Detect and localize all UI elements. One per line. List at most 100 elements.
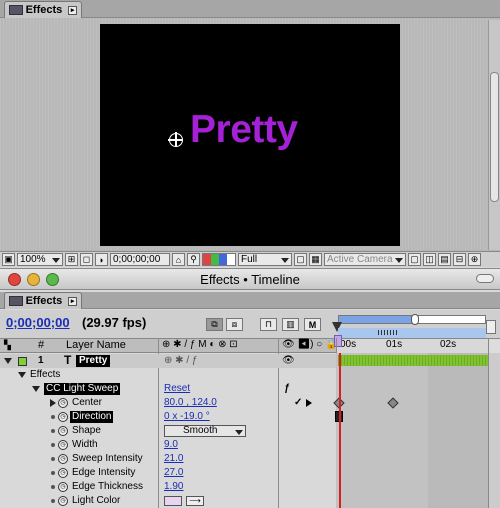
layer-name[interactable]: Pretty (76, 355, 111, 367)
light-color-stopwatch-icon[interactable]: ◷ (58, 496, 68, 506)
scroll-thumb[interactable] (490, 72, 499, 202)
zoom-in-icon[interactable] (486, 320, 496, 334)
property-value[interactable]: 1.90 (164, 480, 183, 494)
mask-view-icon[interactable]: ◻ (80, 253, 93, 266)
shape-dropdown[interactable]: Smooth (164, 425, 246, 437)
draft-3d-icon[interactable]: ⧈ (226, 318, 243, 331)
property-row-width[interactable]: ◷ Width 9.0 (0, 438, 336, 452)
edge-intensity-stopwatch-icon[interactable]: ◷ (58, 468, 68, 478)
column-layer-name-header[interactable]: Layer Name (66, 339, 126, 351)
effect-twirl-icon[interactable] (32, 386, 40, 392)
blue-channel-icon (219, 254, 227, 265)
work-area-grip-icon[interactable] (378, 330, 398, 335)
flowchart-icon[interactable]: ▤ (438, 253, 451, 266)
effects-twirl-icon[interactable] (18, 372, 26, 378)
timeline-window-titlebar[interactable]: Effects • Timeline (0, 268, 500, 290)
resolution-dropdown[interactable]: Full (238, 253, 292, 266)
layer-expand-twirl-icon[interactable] (4, 358, 12, 364)
toolbar-toggle-icon[interactable] (476, 274, 494, 283)
av-features-header-icons[interactable]: 👁 ◀) ○ 🔒 (282, 339, 338, 350)
light-color-swatch[interactable] (164, 496, 182, 506)
timeline-tab-menu-icon[interactable]: ▸ (68, 296, 77, 306)
width-stopwatch-icon[interactable]: ◷ (58, 440, 68, 450)
timeline-tab-label: Effects (25, 295, 63, 307)
minimize-window-icon[interactable] (27, 273, 40, 286)
effect-toggle-icon[interactable]: ƒ (284, 382, 290, 396)
time-ruler[interactable]: 00s 01s 02s (334, 335, 488, 353)
frame-blending-icon[interactable]: ▥ (282, 318, 299, 331)
comp-tab-bar: Effects ▸ (0, 0, 500, 18)
property-value[interactable]: 9.0 (164, 438, 178, 452)
current-time-display[interactable]: 0;00;00;00 (6, 315, 70, 330)
title-safe-icon[interactable]: ⊞ (65, 253, 78, 266)
comp-timecode[interactable]: 0;00;00;00 (110, 253, 170, 266)
property-row-shape[interactable]: ◷ Shape Smooth (0, 424, 336, 438)
property-row-sweep-intensity[interactable]: ◷ Sweep Intensity 21.0 (0, 452, 336, 466)
eyedropper-icon[interactable]: ⟶ (186, 496, 204, 506)
next-keyframe-icon[interactable] (306, 399, 312, 407)
effect-name[interactable]: CC Light Sweep (44, 383, 121, 395)
toggle-pixel-aspect-icon[interactable]: ◫ (423, 253, 436, 266)
layer-duration-bar[interactable] (338, 355, 488, 366)
tab-menu-icon[interactable]: ▸ (68, 5, 77, 15)
show-channel-icon[interactable]: ▣ (2, 253, 15, 266)
navigator-end-handle[interactable] (411, 314, 419, 325)
property-row-edge-thickness[interactable]: ◷ Edge Thickness 1.90 (0, 480, 336, 494)
center-stopwatch-icon[interactable]: ◷ (58, 398, 68, 408)
effects-group-row[interactable]: Effects (0, 368, 336, 382)
property-row-center[interactable]: ◷ Center 80.0 , 124.0 ✓ (0, 396, 336, 410)
channel-colors[interactable] (202, 253, 236, 266)
property-row-direction[interactable]: ◷ Direction 0 x -19.0 ° (0, 410, 336, 424)
video-visibility-icon[interactable]: 👁 (282, 354, 295, 368)
effect-reset-link[interactable]: Reset (164, 382, 190, 396)
work-area-bar[interactable] (338, 328, 486, 338)
column-number-header[interactable]: # (38, 339, 44, 351)
anchor-crosshair-icon[interactable] (168, 132, 183, 147)
layer-row-1[interactable]: 1 T Pretty ⊕ ✱ / ƒ 👁 (0, 354, 336, 368)
layer-label-column-icon[interactable]: ▚ (4, 340, 16, 352)
take-snapshot-icon[interactable]: ⌂ (172, 253, 185, 266)
property-value[interactable]: 80.0 , 124.0 (164, 396, 217, 410)
tab-effects-timeline[interactable]: Effects ▸ (4, 292, 82, 309)
keyframe-checkbox-icon[interactable]: ✓ (294, 396, 302, 410)
property-value[interactable]: 27.0 (164, 466, 183, 480)
time-navigator[interactable] (338, 314, 486, 325)
zoom-window-icon[interactable] (46, 273, 59, 286)
view-layout-icon[interactable]: ▢ (408, 253, 421, 266)
property-value[interactable]: 21.0 (164, 452, 183, 466)
direction-stopwatch-icon[interactable]: ◷ (58, 412, 68, 422)
timeline-menu-icon[interactable] (488, 339, 500, 353)
property-name: Width (72, 439, 98, 450)
camera-dropdown[interactable]: Active Camera (324, 253, 406, 266)
effect-row[interactable]: CC Light Sweep Reset ƒ (0, 382, 336, 396)
timeline-icon[interactable]: ⊟ (453, 253, 466, 266)
comp-button-icon[interactable]: ⊓ (260, 318, 277, 331)
layer-switch-icons[interactable]: ⊕ ✱ / ƒ (164, 354, 197, 368)
tab-effects-comp[interactable]: Effects ▸ (4, 1, 82, 18)
comp-text-layer[interactable]: Pretty (190, 108, 298, 152)
resolution-value: Full (241, 254, 258, 265)
motion-blur-icon[interactable]: M (304, 318, 321, 331)
live-update-icon[interactable]: ⧉ (206, 318, 223, 331)
property-value[interactable]: 0 x -19.0 ° (164, 410, 210, 424)
switches-header-icons[interactable]: ⊕ ✱ / ƒ M ◐ ⊗ ⊡ (162, 339, 238, 350)
zoom-dropdown[interactable]: 100% (17, 253, 63, 266)
comp-tab-label: Effects (25, 4, 63, 16)
comp-vertical-scrollbar[interactable] (488, 20, 500, 250)
show-snapshot-icon[interactable]: ⚲ (187, 253, 200, 266)
property-row-light-color[interactable]: ◷ Light Color ⟶ (0, 494, 336, 508)
timeline-vertical-scrollbar[interactable] (488, 353, 500, 508)
edge-thickness-stopwatch-icon[interactable]: ◷ (58, 482, 68, 492)
property-row-edge-intensity[interactable]: ◷ Edge Intensity 27.0 (0, 466, 336, 480)
close-window-icon[interactable] (8, 273, 21, 286)
red-channel-icon (203, 254, 211, 265)
current-time-indicator[interactable] (339, 353, 341, 508)
layer-label-color[interactable] (18, 357, 27, 366)
comp-flowchart-icon[interactable]: ⊕ (468, 253, 481, 266)
snapshot-icon[interactable]: ◗ (95, 253, 108, 266)
center-twirl-icon[interactable] (50, 399, 56, 407)
transparency-grid-icon[interactable]: ▦ (309, 253, 322, 266)
region-of-interest-icon[interactable]: ▢ (294, 253, 307, 266)
shape-stopwatch-icon[interactable]: ◷ (58, 426, 68, 436)
sweep-stopwatch-icon[interactable]: ◷ (58, 454, 68, 464)
